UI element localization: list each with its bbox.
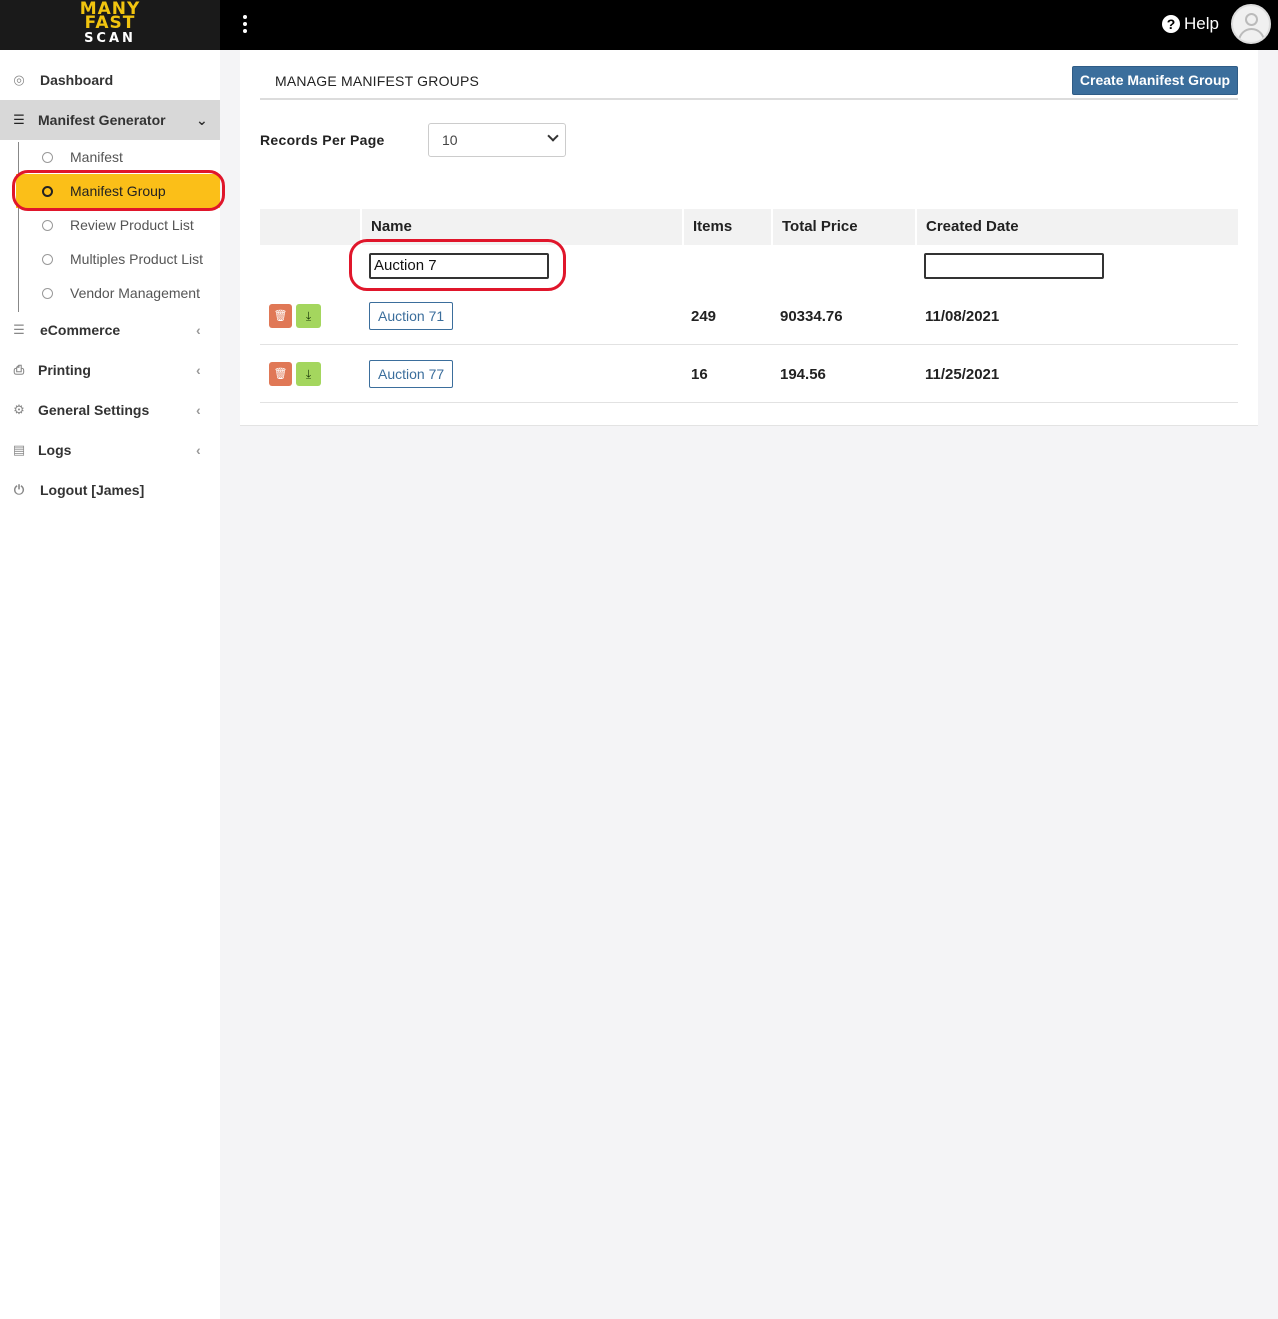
name-filter-input[interactable]: Auction 7 <box>369 253 549 279</box>
manifest-group-name-button[interactable]: Auction 77 <box>369 360 454 388</box>
table-row: 🗑 ⤓ Auction 71 249 90334.76 11/08/2021 <box>260 287 1238 345</box>
compass-icon: ◎ <box>13 72 25 87</box>
column-header-items[interactable]: Items <box>682 209 771 245</box>
user-avatar[interactable] <box>1231 4 1271 44</box>
created-date-filter-input[interactable] <box>924 253 1104 279</box>
sidebar-subitem-label: Manifest Group <box>70 183 166 199</box>
archive-icon: ▤ <box>12 442 26 457</box>
column-header-name[interactable]: Name <box>360 209 682 245</box>
sidebar-item-manifest-generator[interactable]: ☰ Manifest Generator ⌄ <box>0 100 220 140</box>
records-per-page-select[interactable]: 10 <box>428 123 566 157</box>
question-circle-icon: ? <box>1162 15 1180 33</box>
created-date-cell: 11/08/2021 <box>925 308 1000 325</box>
manifest-group-name-button[interactable]: Auction 71 <box>369 302 454 330</box>
trash-icon[interactable]: 🗑 <box>269 304 292 328</box>
logo[interactable]: MANY FAST SCAN <box>0 0 220 50</box>
items-cell: 16 <box>691 366 708 383</box>
sidebar-item-label: General Settings <box>38 402 150 418</box>
main-panel: MANAGE MANIFEST GROUPS Create Manifest G… <box>240 50 1258 426</box>
sidebar-item-label: eCommerce <box>40 322 121 338</box>
chevron-left-icon: ‹ <box>196 322 201 338</box>
list-icon: ☰ <box>13 322 25 337</box>
gears-icon: ⚙ <box>13 402 25 417</box>
power-icon: ⏻ <box>13 482 25 497</box>
page-title: MANAGE MANIFEST GROUPS <box>275 73 480 89</box>
chevron-down-icon: ⌄ <box>196 111 208 128</box>
records-per-page-label: Records Per Page <box>260 132 385 148</box>
sidebar-item-ecommerce[interactable]: ☰ eCommerce ‹ <box>0 310 220 350</box>
help-link[interactable]: ? Help <box>1162 13 1219 35</box>
sidebar-item-label: Manifest Generator <box>38 112 166 128</box>
sidebar-item-logout[interactable]: ⏻ Logout [James] <box>0 470 220 510</box>
created-date-cell: 11/25/2021 <box>925 366 1000 383</box>
sidebar-subitem-manifest[interactable]: Manifest <box>20 140 220 174</box>
menu-toggle-icon[interactable] <box>238 13 252 35</box>
printer-icon: ⎙ <box>13 362 25 377</box>
download-icon[interactable]: ⤓ <box>296 362 321 386</box>
sidebar-subitem-multiples-product-list[interactable]: Multiples Product List <box>20 242 220 276</box>
circle-icon <box>42 253 53 265</box>
sidebar-item-label: Printing <box>38 362 91 378</box>
logo-text: MANY FAST SCAN <box>78 1 142 46</box>
title-divider <box>260 98 1238 100</box>
logo-line-3: SCAN <box>84 31 136 46</box>
sidebar-item-label: Dashboard <box>40 72 114 88</box>
sidebar-subitem-review-product-list[interactable]: Review Product List <box>20 208 220 242</box>
sidebar-subitem-label: Multiples Product List <box>70 251 204 267</box>
logo-line-2: FAST <box>84 13 136 33</box>
table-row: 🗑 ⤓ Auction 77 16 194.56 11/25/2021 <box>260 345 1238 403</box>
create-manifest-group-button[interactable]: Create Manifest Group <box>1072 66 1238 95</box>
sidebar-item-printing[interactable]: ⎙ Printing ‹ <box>0 350 220 390</box>
chevron-left-icon: ‹ <box>196 402 201 418</box>
circle-icon <box>42 151 53 163</box>
total-price-cell: 90334.76 <box>780 308 843 325</box>
sidebar: ◎ Dashboard ☰ Manifest Generator ⌄ Manif… <box>0 50 220 1319</box>
total-price-cell: 194.56 <box>780 366 826 383</box>
sidebar-item-general-settings[interactable]: ⚙ General Settings ‹ <box>0 390 220 430</box>
sidebar-subitem-manifest-group[interactable]: Manifest Group <box>16 174 220 208</box>
column-header-created-date[interactable]: Created Date <box>915 209 1238 245</box>
sidebar-item-label: Logout [James] <box>40 482 145 498</box>
list-icon: ☰ <box>13 112 25 127</box>
records-per-page-value: 10 <box>442 132 458 148</box>
sidebar-subitem-label: Vendor Management <box>70 285 200 301</box>
submenu-line <box>18 142 19 312</box>
top-bar: MANY FAST SCAN ? Help <box>0 0 1278 50</box>
sidebar-item-logs[interactable]: ▤ Logs ‹ <box>0 430 220 470</box>
chevron-left-icon: ‹ <box>196 442 201 458</box>
trash-icon[interactable]: 🗑 <box>269 362 292 386</box>
circle-icon <box>42 185 53 197</box>
column-header-total-price[interactable]: Total Price <box>771 209 915 245</box>
table-header: Name Items Total Price Created Date <box>260 209 1238 245</box>
download-icon[interactable]: ⤓ <box>296 304 321 328</box>
sidebar-item-label: Logs <box>38 442 72 458</box>
help-label: Help <box>1184 14 1219 33</box>
sidebar-subitem-vendor-management[interactable]: Vendor Management <box>20 276 220 310</box>
chevron-left-icon: ‹ <box>196 362 201 378</box>
chevron-down-icon <box>547 130 559 142</box>
sidebar-item-dashboard[interactable]: ◎ Dashboard <box>0 60 220 100</box>
circle-icon <box>42 219 53 231</box>
sidebar-subitem-label: Review Product List <box>70 217 194 233</box>
sidebar-subitem-label: Manifest <box>70 149 123 165</box>
circle-icon <box>42 287 53 299</box>
items-cell: 249 <box>691 308 717 325</box>
